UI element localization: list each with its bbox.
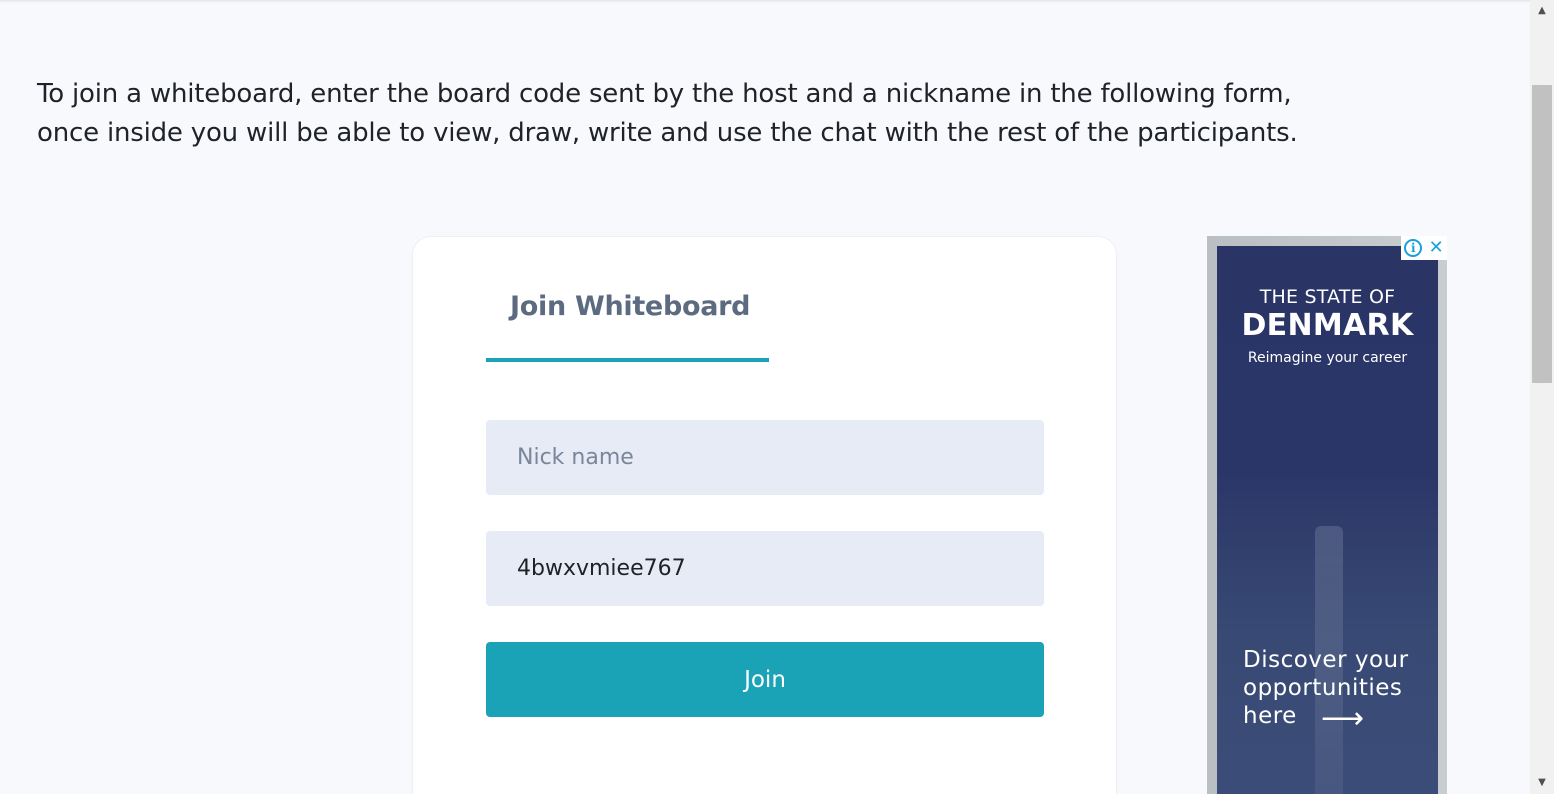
join-card: Join Whiteboard Join xyxy=(413,237,1116,794)
ad-image[interactable]: THE STATE OF DENMARK Reimagine your care… xyxy=(1217,246,1438,794)
tab-label: Join Whiteboard xyxy=(510,291,751,322)
tab-join-whiteboard[interactable]: Join Whiteboard xyxy=(486,287,769,362)
ad-headline-1: THE STATE OF xyxy=(1259,286,1396,308)
close-icon[interactable]: ✕ xyxy=(1429,237,1444,259)
vertical-scrollbar[interactable]: ▲ ▼ xyxy=(1530,0,1554,794)
nickname-input[interactable] xyxy=(486,420,1044,495)
arrow-right-icon: ⟶ xyxy=(1321,701,1365,736)
ad-banner[interactable]: THE STATE OF DENMARK Reimagine your care… xyxy=(1207,236,1447,794)
board-code-input[interactable] xyxy=(486,531,1044,606)
intro-text: To join a whiteboard, enter the board co… xyxy=(37,75,1457,153)
scroll-thumb[interactable] xyxy=(1532,85,1552,383)
intro-line-1: To join a whiteboard, enter the board co… xyxy=(37,79,1292,109)
scroll-up-icon[interactable]: ▲ xyxy=(1530,2,1554,20)
info-icon[interactable]: i xyxy=(1404,239,1423,257)
top-divider xyxy=(0,0,1530,3)
ad-cta-line-2: opportunities xyxy=(1243,675,1403,701)
join-button[interactable]: Join xyxy=(486,642,1044,717)
ad-cta-line-1: Discover your xyxy=(1243,647,1409,673)
scroll-down-icon[interactable]: ▼ xyxy=(1530,774,1554,792)
ad-tagline: Reimagine your career xyxy=(1247,350,1408,366)
intro-line-2: once inside you will be able to view, dr… xyxy=(37,118,1298,148)
ad-headline-2: DENMARK xyxy=(1241,308,1414,343)
ad-controls: i ✕ xyxy=(1401,236,1447,260)
